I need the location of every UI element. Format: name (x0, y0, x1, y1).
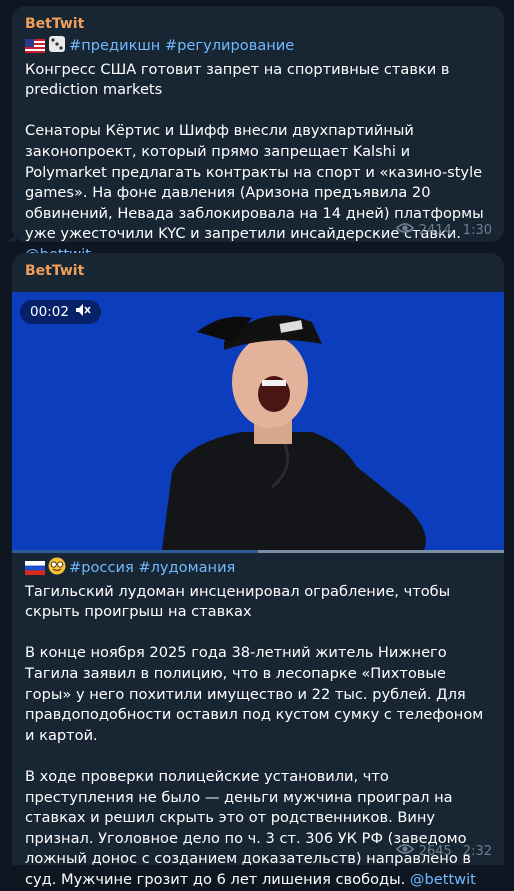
views-eye-icon (395, 843, 414, 859)
message-time: 1:30 (462, 222, 492, 238)
mute-icon[interactable] (75, 303, 91, 321)
mention-link[interactable]: @bettwit (410, 871, 476, 888)
headline: Конгресс США готовит запрет на спортивны… (25, 60, 455, 99)
message-meta: 2645 2:32 (395, 843, 492, 859)
message-time: 2:32 (462, 843, 492, 859)
russia-flag-icon (25, 561, 45, 582)
message-meta: 2414 1:30 (395, 222, 492, 238)
views-eye-icon (395, 222, 414, 238)
body-text: В ходе проверки полицейские установили, … (25, 767, 476, 888)
video-player[interactable]: 00:02 (12, 292, 504, 550)
message-bubble[interactable]: BetTwit 00:02 #россия #лудомания Тагильс… (12, 253, 504, 888)
channel-name[interactable]: BetTwit (25, 16, 84, 32)
message-text: #россия #лудомания Тагильский лудоман ин… (25, 557, 494, 891)
views-count: 2414 (418, 222, 452, 238)
hashtags[interactable]: #предикшн #регулирование (69, 37, 294, 54)
body-text: В конце ноября 2025 года 38-летний жител… (25, 644, 488, 744)
video-progress-bar[interactable] (12, 550, 504, 553)
hashtags[interactable]: #россия #лудомания (69, 559, 235, 576)
headline: Тагильский лудоман инсценировал ограблен… (25, 582, 455, 621)
channel-name[interactable]: BetTwit (25, 263, 84, 279)
dice-icon (48, 35, 66, 60)
video-frame (12, 292, 504, 550)
nerd-face-icon (48, 557, 66, 582)
bubble-tail (4, 232, 16, 242)
video-progress-fill (12, 550, 258, 553)
video-timer[interactable]: 00:02 (20, 300, 101, 324)
views-count: 2645 (418, 843, 452, 859)
message-bubble[interactable]: BetTwit #предикшн #регулирование Конгрес… (12, 6, 504, 263)
video-time: 00:02 (30, 304, 69, 320)
us-flag-icon (25, 39, 45, 60)
